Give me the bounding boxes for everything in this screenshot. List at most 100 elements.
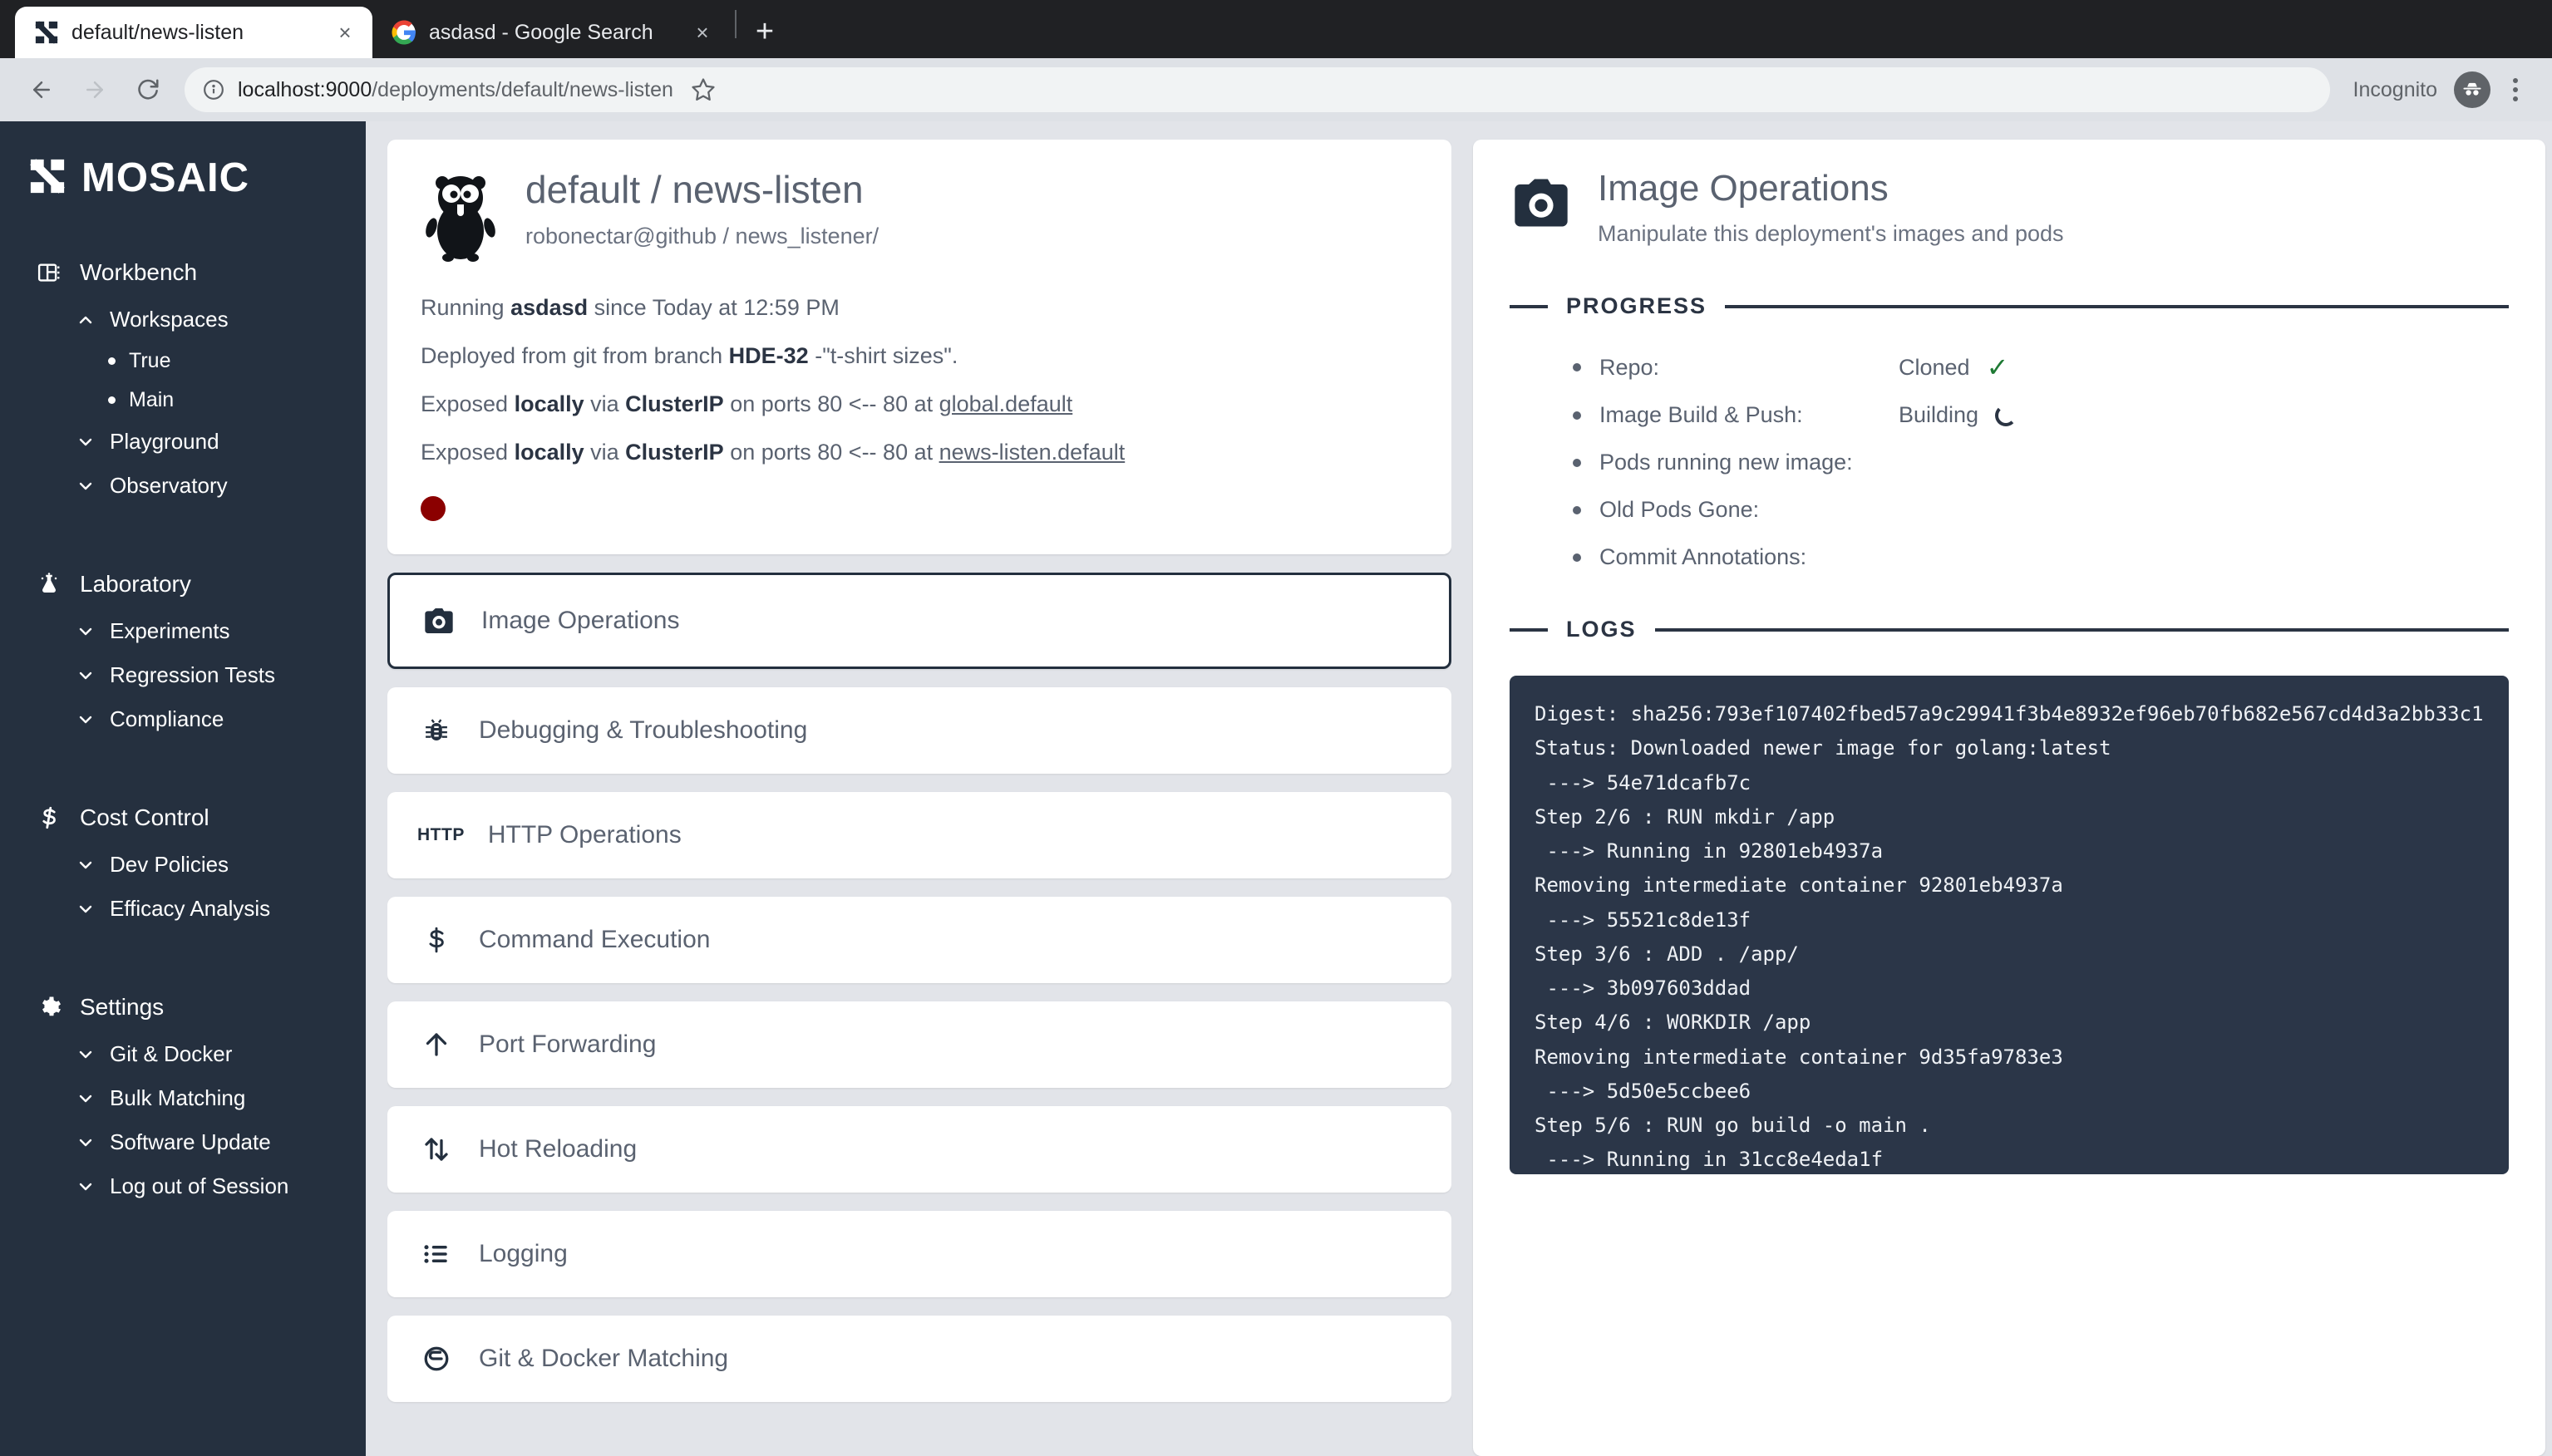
operation-label: Git & Docker Matching [479,1345,729,1372]
sidebar-item-software-update[interactable]: Software Update [0,1120,366,1164]
main-content: default / news-listen robonectar@github … [366,121,2552,1456]
sidebar-item-observatory[interactable]: Observatory [0,464,366,508]
sidebar-item-git-docker[interactable]: Git & Docker [0,1032,366,1076]
progress-heading: PROGRESS [1566,293,1707,318]
operation-label: Port Forwarding [479,1031,657,1058]
logs-heading: LOGS [1566,617,1637,642]
sidebar-item-label: Regression Tests [110,662,275,687]
sidebar-item-laboratory[interactable]: Laboratory [0,559,366,609]
panel-title: Image Operations [1598,168,1889,209]
operation-card-hot-reloading[interactable]: Hot Reloading [387,1106,1451,1193]
deployment-header-card: default / news-listen robonectar@github … [387,140,1451,554]
running-prefix: Running [421,295,511,320]
log-line: Step 4/6 : WORKDIR /app [1535,1011,1811,1035]
sidebar-item-label: Laboratory [80,571,191,597]
sidebar-item-label: Settings [80,994,165,1020]
sidebar-item-dev-policies[interactable]: Dev Policies [0,843,366,887]
section-dash [1510,627,1548,632]
browser-tab-title: asdasd - Google Search [429,20,653,44]
operation-card-git-docker-matching[interactable]: Git & Docker Matching [387,1316,1451,1402]
close-icon[interactable]: × [688,20,717,46]
bullet-icon [108,396,116,404]
new-tab-button[interactable]: + [741,8,788,55]
sidebar-item-label: Workbench [80,259,198,285]
sidebar-item-label: Cost Control [80,804,209,830]
address-bar[interactable]: localhost:9000/deployments/default/news-… [185,67,2330,112]
deployment-details: Running asdasd since Today at 12:59 PM D… [421,295,1418,521]
close-icon[interactable]: × [331,20,359,46]
log-line: Step 5/6 : RUN go build -o main . [1535,1114,1931,1138]
exposure-scope: locally [514,391,584,416]
sidebar-item-true[interactable]: True [0,342,366,381]
forward-button[interactable] [71,66,118,113]
address-bar-url: localhost:9000/deployments/default/news-… [238,78,673,102]
sidebar-item-efficacy-analysis[interactable]: Efficacy Analysis [0,887,366,931]
sidebar-item-regression-tests[interactable]: Regression Tests [0,653,366,697]
flask-icon [35,572,63,597]
sidebar-item-log-out[interactable]: Log out of Session [0,1164,366,1208]
sidebar-item-label: Compliance [110,706,224,731]
operation-card-image-operations[interactable]: Image Operations [387,573,1451,669]
exposure-via: via [584,391,626,416]
bullet-icon [1573,505,1581,514]
gear-icon [35,995,63,1020]
operation-card-http[interactable]: HTTP HTTP Operations [387,792,1451,878]
progress-label: Pods running new image: [1599,450,1853,475]
incognito-avatar-icon[interactable] [2454,71,2490,108]
panel-subtitle: Manipulate this deployment's images and … [1598,221,2064,246]
back-button[interactable] [18,66,65,113]
operation-card-logging[interactable]: Logging [387,1211,1451,1297]
sidebar-item-label: Observatory [110,473,228,498]
reload-button[interactable] [125,66,171,113]
browser-tab-0[interactable]: default/news-listen × [15,7,372,58]
browser-tab-1[interactable]: asdasd - Google Search × [372,7,730,58]
operation-card-port-forwarding[interactable]: Port Forwarding [387,1001,1451,1088]
bullet-icon [1573,363,1581,371]
exposure-link[interactable]: global.default [939,391,1073,416]
link-icon [417,1344,456,1374]
chevron-down-icon [75,622,96,642]
log-line: ---> 55521c8de13f [1535,908,1751,932]
sidebar-item-cost-control[interactable]: Cost Control [0,793,366,843]
arrow-up-icon [417,1030,456,1060]
sidebar-item-workspaces[interactable]: Workspaces [0,298,366,342]
deployed-prefix: Deployed from git from branch [421,343,729,368]
log-line: ---> Running in 31cc8e4eda1f [1535,1148,1884,1172]
operation-card-debugging[interactable]: Debugging & Troubleshooting [387,687,1451,774]
bullet-icon [1573,458,1581,467]
sidebar-item-workbench[interactable]: Workbench [0,248,366,298]
chevron-down-icon [75,1089,96,1109]
exposure-scope: locally [514,440,584,465]
brand[interactable]: MOSAIC [0,146,366,201]
exposure-link[interactable]: news-listen.default [939,440,1126,465]
sidebar-item-settings[interactable]: Settings [0,982,366,1032]
info-icon [203,79,224,101]
address-bar-path: /deployments/default/news-listen [372,77,673,101]
sidebar-item-playground[interactable]: Playground [0,420,366,464]
nav-group-workbench: Workbench Workspaces True Main Playgroun… [0,248,366,508]
workbench-icon [35,260,63,285]
exposure-type: ClusterIP [625,391,724,416]
logs-terminal[interactable]: Digest: sha256:793ef107402fbed57a9c29941… [1510,676,2509,1174]
sidebar-item-label: Bulk Matching [110,1085,246,1110]
chevron-down-icon [75,899,96,919]
log-line: Step 3/6 : ADD . /app/ [1535,942,1799,966]
progress-label: Repo: [1599,354,1660,380]
dollar-icon [35,805,63,830]
exposure-via: via [584,440,626,465]
bookmark-star-icon[interactable] [687,77,720,102]
sidebar-item-experiments[interactable]: Experiments [0,609,366,653]
deployment-exposure-line: Exposed locally via ClusterIP on ports 8… [421,391,1418,417]
section-dash [1510,304,1548,308]
sidebar-item-label: Playground [110,429,219,454]
panel-titles: Image Operations Manipulate this deploym… [1598,168,2064,247]
sidebar-item-label: True [129,349,171,372]
sidebar-item-main[interactable]: Main [0,381,366,420]
go-gopher-icon [421,171,500,267]
sidebar: MOSAIC Workbench Workspaces True Main Pl… [0,121,366,1456]
sidebar-item-compliance[interactable]: Compliance [0,697,366,741]
deployment-exposure-line: Exposed locally via ClusterIP on ports 8… [421,440,1418,465]
browser-menu-button[interactable] [2497,78,2534,101]
sidebar-item-bulk-matching[interactable]: Bulk Matching [0,1076,366,1120]
operation-card-command-execution[interactable]: Command Execution [387,897,1451,983]
